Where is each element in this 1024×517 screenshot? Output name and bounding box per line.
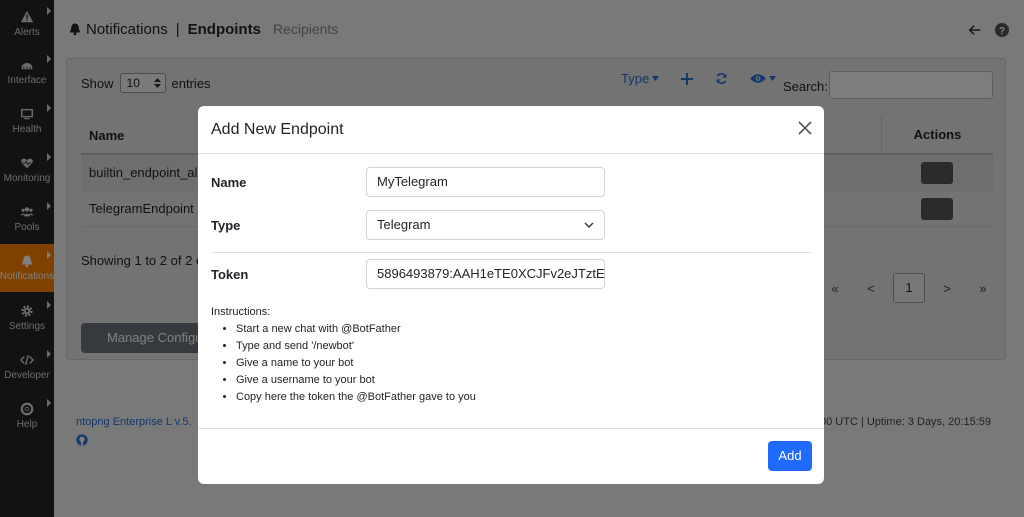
name-input[interactable]: MyTelegram xyxy=(366,167,605,197)
type-label: Type xyxy=(211,217,241,233)
add-endpoint-modal: Add New Endpoint Name MyTelegram Type Te… xyxy=(198,106,824,484)
add-button[interactable]: Add xyxy=(768,441,812,471)
name-input-value: MyTelegram xyxy=(377,174,448,189)
token-input-value: 5896493879:AAH1eTE0XCJFv2eJTztE xyxy=(377,266,605,281)
type-select-value: Telegram xyxy=(377,217,431,232)
close-icon[interactable] xyxy=(797,120,813,136)
modal-footer: Add xyxy=(198,428,824,484)
name-label: Name xyxy=(211,174,247,190)
token-label: Token xyxy=(211,266,249,282)
list-item: Copy here the token the @BotFather gave … xyxy=(236,389,476,406)
modal-title: Add New Endpoint xyxy=(211,120,344,138)
form-divider xyxy=(211,252,811,253)
instructions-list: Start a new chat with @BotFather Type an… xyxy=(211,321,476,406)
list-item: Type and send '/newbot' xyxy=(236,338,476,355)
modal-header: Add New Endpoint xyxy=(198,106,824,154)
token-form-row: Token 5896493879:AAH1eTE0XCJFv2eJTztE xyxy=(211,259,605,289)
list-item: Give a name to your bot xyxy=(236,355,476,372)
type-select[interactable]: Telegram xyxy=(366,210,605,240)
list-item: Give a username to your bot xyxy=(236,372,476,389)
token-input[interactable]: 5896493879:AAH1eTE0XCJFv2eJTztE xyxy=(366,259,605,289)
type-form-row: Type Telegram xyxy=(211,210,605,240)
instructions: Instructions: Start a new chat with @Bot… xyxy=(211,306,476,406)
name-form-row: Name MyTelegram xyxy=(211,167,605,197)
list-item: Start a new chat with @BotFather xyxy=(236,321,476,338)
chevron-down-icon xyxy=(584,222,594,228)
instructions-title: Instructions: xyxy=(211,306,271,318)
